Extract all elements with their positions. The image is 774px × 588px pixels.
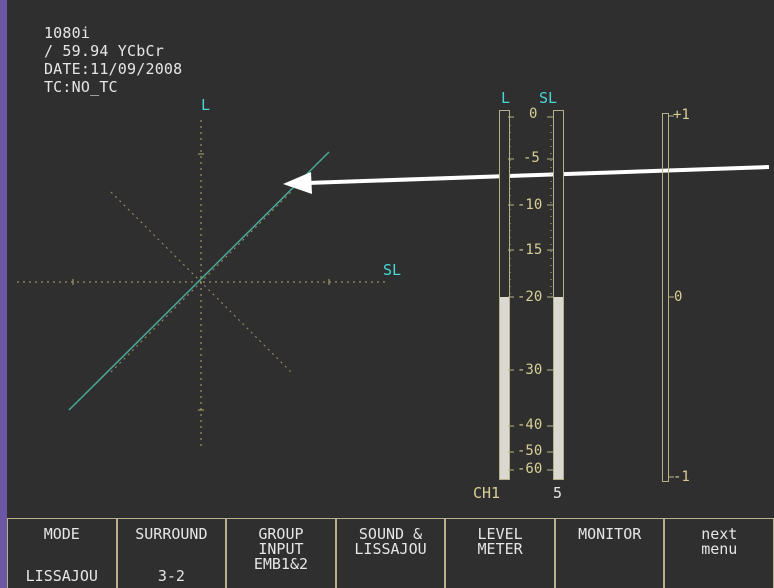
menu-mode-button[interactable]: MODE LISSAJOU — [7, 518, 117, 588]
correlation-ticks — [668, 115, 674, 478]
menu-label: LISSAJOU — [354, 540, 427, 558]
correlation-bottom-label: -1 — [673, 469, 690, 485]
menu-level-meter-button[interactable]: LEVEL METER — [445, 518, 555, 588]
menu-surround-button[interactable]: SURROUND 3-2 — [116, 518, 227, 588]
menu-monitor-button[interactable]: MONITOR — [554, 518, 665, 588]
menu-label: MONITOR — [578, 525, 642, 543]
menu-label: EMB1&2 — [253, 555, 309, 573]
menu-value: 3-2 — [157, 567, 185, 585]
correlation-top-label: +1 — [673, 107, 690, 123]
menu-sound-lissajou-button[interactable]: SOUND & LISSAJOU — [335, 518, 446, 588]
menu-label: METER — [477, 540, 523, 558]
function-menu: MODE LISSAJOU SURROUND 3-2 GROUP INPUT E… — [7, 518, 774, 588]
menu-group-input-button[interactable]: GROUP INPUT EMB1&2 — [226, 518, 336, 588]
audio-monitor-screen: 1080i / 59.94 YCbCr DATE:11/09/2008 TC:N… — [7, 0, 774, 588]
menu-label: menu — [701, 540, 738, 558]
menu-next-menu-button[interactable]: next menu — [664, 518, 774, 588]
correlation-mid-label: 0 — [674, 289, 683, 305]
menu-label: SURROUND — [135, 525, 208, 543]
menu-label: MODE — [43, 525, 80, 543]
menu-value: LISSAJOU — [25, 567, 98, 585]
